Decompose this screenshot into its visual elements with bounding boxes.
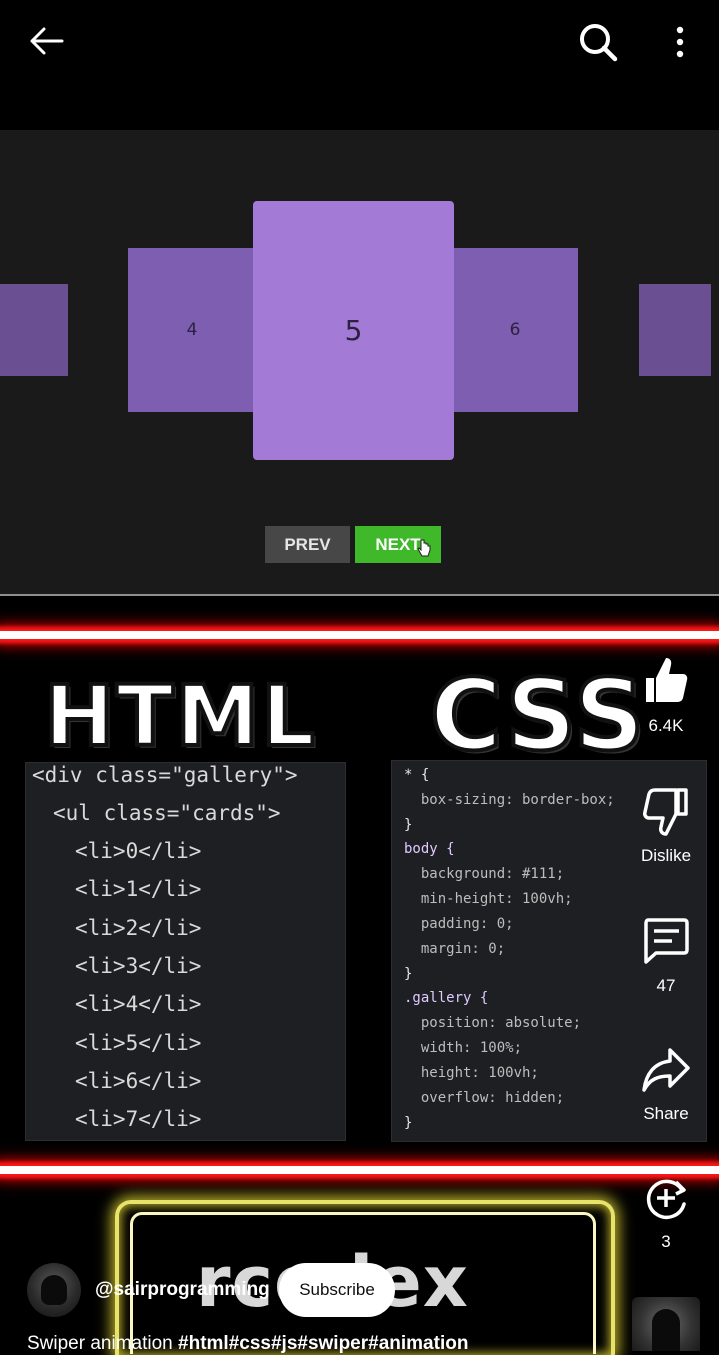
thumbs-down-icon (643, 788, 688, 836)
top-bar (0, 0, 719, 84)
search-icon (580, 24, 618, 62)
remix-icon (646, 1179, 686, 1220)
code-line: * { (404, 767, 430, 783)
carousel-card-edge-left (0, 284, 68, 376)
neon-divider-bottom (0, 1166, 719, 1174)
code-line: } (404, 966, 413, 982)
code-line: .gallery { (404, 990, 489, 1006)
code-line: margin: 0; (404, 941, 506, 957)
more-vert-icon (676, 26, 684, 58)
code-line: min-height: 100vh; (404, 891, 573, 907)
video-caption[interactable]: Swiper animation #html#css#js#swiper#ani… (27, 1333, 468, 1355)
channel-handle[interactable]: @sairprogramming (95, 1279, 270, 1301)
code-line: <li>6</li> (75, 1069, 202, 1093)
comments-button[interactable]: 47 (626, 914, 706, 1000)
back-button[interactable] (22, 18, 72, 64)
channel-avatar[interactable] (27, 1263, 81, 1317)
share-icon (642, 1048, 690, 1092)
prev-button[interactable]: PREV (265, 526, 350, 563)
code-line: <li>3</li> (75, 954, 202, 978)
like-button[interactable]: 6.4K (626, 652, 706, 742)
code-line: } (404, 817, 413, 833)
code-line: <li>5</li> (75, 1031, 202, 1055)
carousel-card: 6 (452, 248, 578, 412)
code-line: overflow: hidden; (404, 1090, 565, 1106)
carousel-card-active: 5 (253, 201, 454, 460)
css-title: CSS (428, 659, 647, 773)
comment-icon (644, 918, 689, 964)
code-line: <li>4</li> (75, 992, 202, 1016)
code-line: height: 100vh; (404, 1065, 539, 1081)
back-arrow-icon (30, 27, 64, 55)
code-line: <li>2</li> (75, 916, 202, 940)
code-line: <div class="gallery"> (32, 763, 298, 787)
hood-shape (652, 1309, 680, 1351)
thumbs-up-icon (646, 658, 688, 702)
remix-button[interactable]: 3 (626, 1172, 706, 1258)
more-options-button[interactable] (660, 18, 700, 66)
sound-thumbnail[interactable] (632, 1297, 700, 1351)
like-count: 6.4K (648, 716, 684, 735)
code-line: <ul class="cards"> (53, 801, 281, 825)
code-line: box-sizing: border-box; (404, 792, 615, 808)
code-line: body { (404, 841, 455, 857)
code-line: <li>7</li> (75, 1107, 202, 1131)
share-label: Share (643, 1104, 689, 1123)
code-line: } (404, 1115, 413, 1131)
html-title: HTML (42, 666, 317, 766)
carousel-card: 4 (128, 248, 256, 412)
code-line: background: #111; (404, 866, 565, 882)
code-line: <li>0</li> (75, 839, 202, 863)
dislike-label: Dislike (640, 846, 692, 865)
card-number: 5 (344, 314, 363, 347)
share-button[interactable]: Share (626, 1044, 706, 1130)
code-line: <li>1</li> (75, 877, 202, 901)
remix-count: 3 (661, 1232, 671, 1251)
hood-shape (41, 1275, 67, 1305)
code-line: padding: 0; (404, 916, 514, 932)
neon-divider-top (0, 631, 719, 639)
search-button[interactable] (572, 16, 624, 68)
card-number: 6 (509, 320, 521, 340)
subscribe-button[interactable]: Subscribe (279, 1263, 395, 1317)
code-line: position: absolute; (404, 1015, 582, 1031)
comment-count: 47 (656, 976, 676, 995)
card-number: 4 (186, 320, 198, 340)
carousel-card-edge-right (639, 284, 711, 376)
dislike-button[interactable]: Dislike (626, 784, 706, 870)
cursor-hand-icon (417, 539, 431, 557)
html-code-panel: <div class="gallery"> <ul class="cards">… (25, 762, 346, 1141)
code-line: width: 100%; (404, 1040, 523, 1056)
